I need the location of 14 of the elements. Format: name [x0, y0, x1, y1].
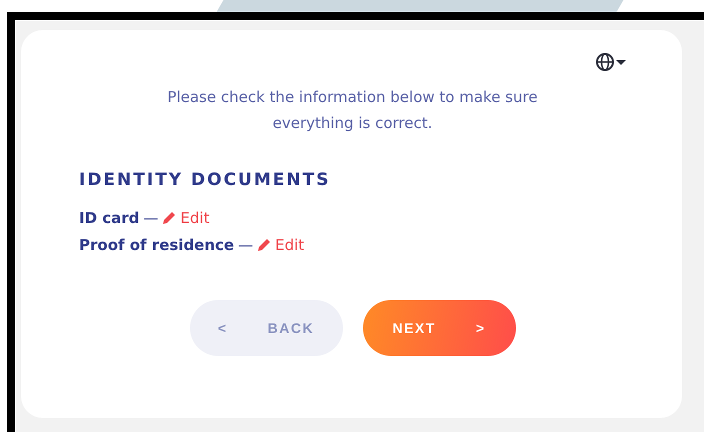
pencil-icon: [162, 210, 176, 224]
section-heading: IDENTITY DOCUMENTS: [79, 170, 332, 190]
document-name: ID card: [79, 208, 140, 226]
dash-separator: —: [143, 208, 158, 226]
dash-separator: —: [238, 236, 254, 254]
language-selector[interactable]: [596, 52, 626, 72]
back-button[interactable]: < BACK: [190, 300, 342, 356]
instruction-text: Please check the information below to make sure everything is correct.: [166, 87, 539, 134]
document-name: Proof of residence: [79, 236, 234, 254]
pencil-icon: [257, 238, 272, 252]
globe-icon: [596, 52, 626, 72]
edit-link[interactable]: Edit: [162, 208, 210, 226]
next-button[interactable]: NEXT >: [362, 300, 516, 356]
edit-link[interactable]: Edit: [257, 236, 304, 254]
